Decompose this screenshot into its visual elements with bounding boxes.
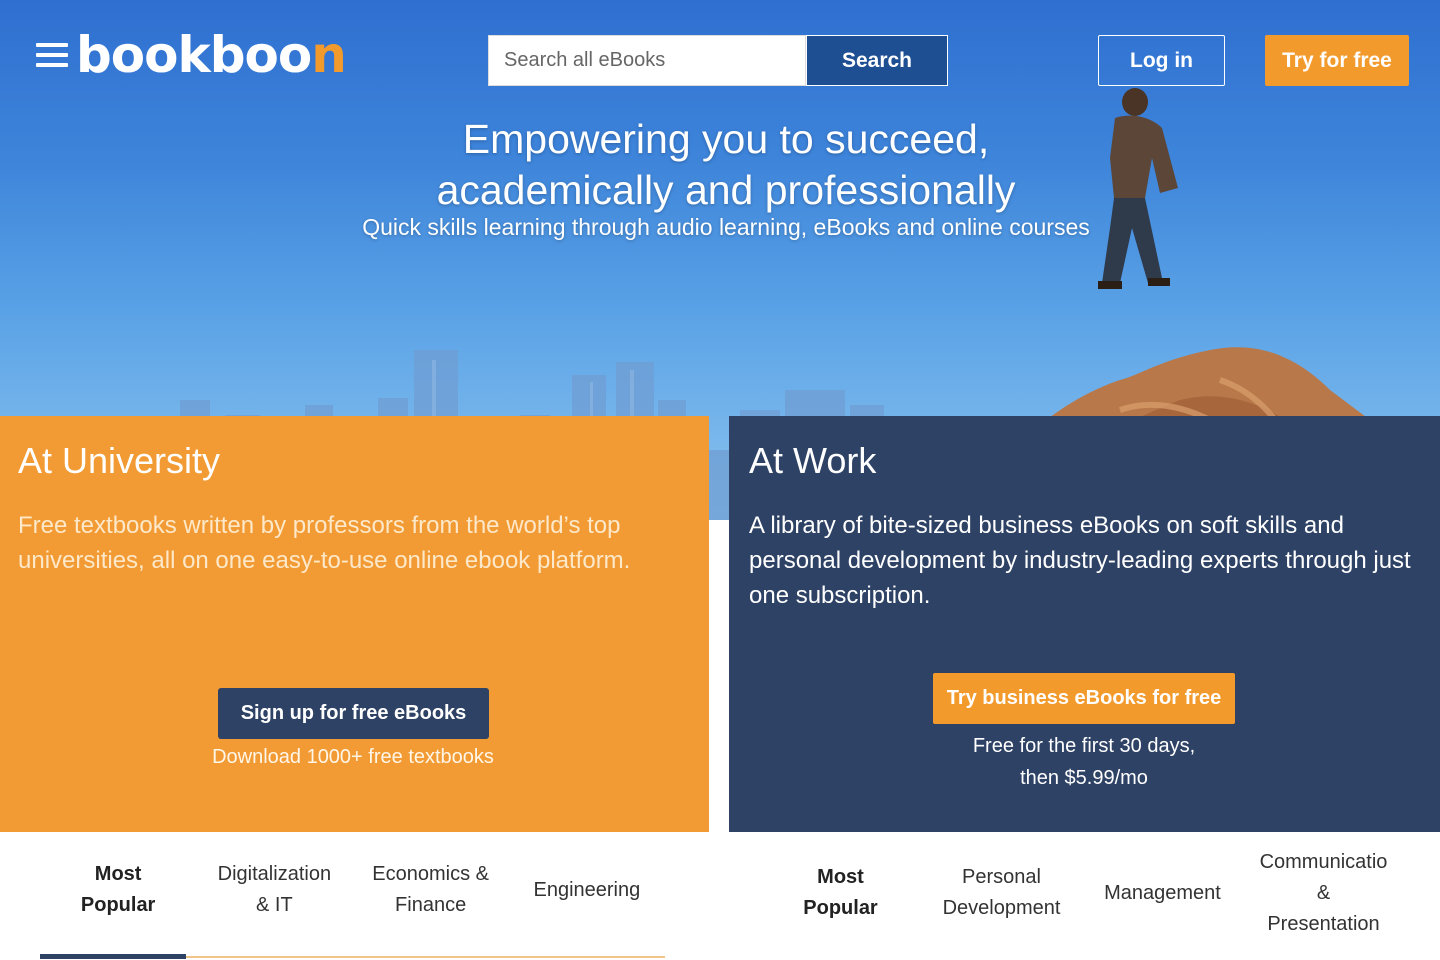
tab-label: & (1316, 881, 1331, 904)
signup-free-ebooks-button[interactable]: Sign up for free eBooks (218, 688, 489, 739)
work-title: At Work (749, 440, 877, 481)
tab-label: Management (1104, 881, 1221, 904)
tab-most-popular-work[interactable]: Most Popular (760, 832, 921, 960)
tab-personal-development[interactable]: Personal Development (921, 832, 1082, 960)
tab-label: Finance (395, 894, 467, 916)
tab-label: Presentation (1267, 912, 1380, 935)
hamburger-menu-icon[interactable] (36, 43, 68, 67)
tab-label: Popular (80, 894, 156, 916)
pricing-note-line2: then $5.99/mo (1020, 767, 1148, 789)
tab-label: Personal (962, 866, 1041, 888)
tab-label: Most (94, 863, 142, 885)
tab-label: Most (817, 866, 864, 888)
tab-label: & IT (256, 894, 293, 916)
search-input[interactable] (488, 35, 806, 86)
university-title: At University (18, 440, 221, 481)
login-button[interactable]: Log in (1098, 35, 1225, 86)
signup-note: Download 1000+ free textbooks (212, 746, 494, 768)
tab-economics-finance[interactable]: Economics & Finance (353, 832, 509, 960)
tab-label: Engineering (533, 878, 641, 901)
logo-group: bookboon (36, 30, 347, 80)
tab-label: Communicatio (1259, 850, 1388, 873)
hero-subline: Quick skills learning through audio lear… (362, 214, 1090, 240)
bookboon-logo[interactable]: bookboon (76, 30, 347, 80)
try-business-ebooks-button[interactable]: Try business eBooks for free (933, 673, 1235, 724)
search-button[interactable]: Search (806, 35, 948, 86)
tab-management[interactable]: Management (1082, 832, 1243, 960)
university-description: Free textbooks written by professors fro… (18, 512, 631, 574)
tab-label: Digitalization (217, 863, 332, 885)
tab-engineering[interactable]: Engineering (509, 832, 665, 960)
tab-label: Popular (803, 897, 878, 919)
work-category-tabs: Most Popular Personal Development Manageme… (760, 832, 1410, 960)
tab-communication-presentation[interactable]: Communicatio & Presentation (1243, 832, 1404, 960)
tab-label: Development (942, 897, 1061, 919)
university-category-tabs: Most Popular Digitalization & IT Economics… (40, 832, 665, 960)
hero-headline-line2: academically and professionally (436, 167, 1016, 213)
pricing-note-line1: Free for the first 30 days, (972, 735, 1196, 757)
tab-most-popular-university[interactable]: Most Popular (40, 832, 196, 960)
hero-headline: Empowering you to succeed, academically … (326, 114, 1126, 216)
tab-digitalization-it[interactable]: Digitalization & IT (196, 832, 352, 960)
hero-headline-line1: Empowering you to succeed, (462, 116, 990, 162)
university-panel: At University Free textbooks written by … (0, 416, 709, 832)
work-panel: At Work A library of bite-sized business… (729, 416, 1440, 832)
tab-label: Economics & (372, 863, 489, 885)
try-for-free-button[interactable]: Try for free (1265, 35, 1409, 86)
work-description: A library of bite-sized business eBooks … (749, 512, 1411, 609)
business-pricing-note: Free for the first 30 days, then $5.99/m… (879, 730, 1289, 794)
